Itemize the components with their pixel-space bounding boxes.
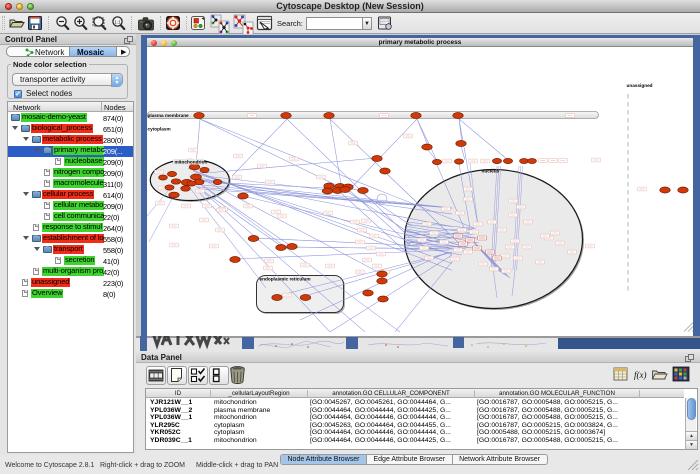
svg-text:f(x): f(x)	[634, 370, 647, 380]
svg-text:unassigned: unassigned	[627, 83, 653, 88]
svg-text:plasma membrane: plasma membrane	[148, 113, 190, 118]
svg-text:nucleus: nucleus	[482, 169, 500, 174]
svg-text:1:1: 1:1	[114, 19, 121, 24]
svg-text:endoplasmic reticulum: endoplasmic reticulum	[260, 277, 311, 282]
svg-text:mitochondrion: mitochondrion	[175, 160, 208, 165]
svg-text:cytoplasm: cytoplasm	[148, 127, 171, 132]
